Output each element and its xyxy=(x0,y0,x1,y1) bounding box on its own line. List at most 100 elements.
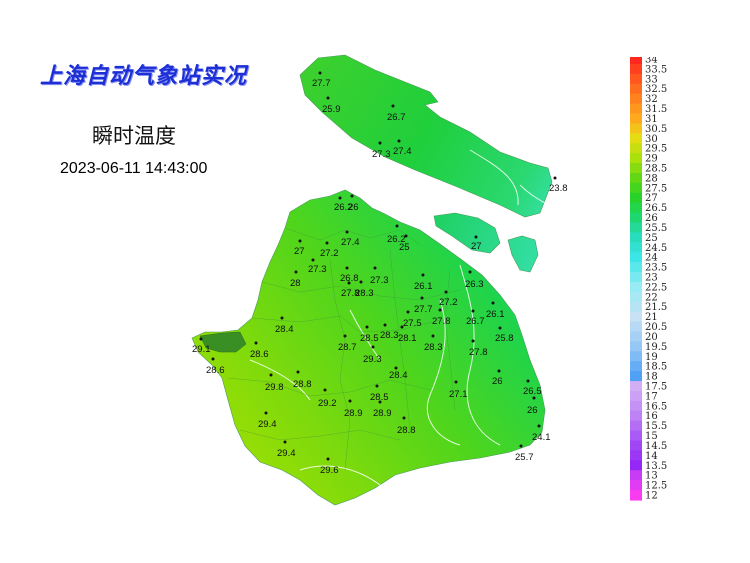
station-label: 27.2 xyxy=(439,297,458,308)
station-label: 24.1 xyxy=(532,432,551,443)
legend-color-cell xyxy=(630,490,642,501)
legend-color-cell xyxy=(630,103,642,115)
station-label: 25.9 xyxy=(322,104,341,115)
hengsha-island xyxy=(507,235,539,273)
legend-color-cell xyxy=(630,381,642,392)
legend-labels: 3433.53332.53231.53130.53029.52928.52827… xyxy=(645,57,667,502)
station-label: 27.1 xyxy=(449,389,468,400)
legend-color-cell xyxy=(630,361,642,372)
station-label: 28.9 xyxy=(373,408,392,419)
station-label: 28 xyxy=(290,278,301,289)
station-marker: 23.8 xyxy=(549,176,568,194)
station-label: 27.3 xyxy=(308,264,327,275)
station-label: 28.3 xyxy=(380,330,399,341)
temperature-legend: 3433.53332.53231.53130.53029.52928.52827… xyxy=(630,57,667,502)
station-label: 28.3 xyxy=(355,288,374,299)
legend-color-bar xyxy=(630,57,642,501)
legend-color-cell xyxy=(630,440,642,452)
legend-color-cell xyxy=(630,57,642,65)
station-label: 29.4 xyxy=(277,448,296,459)
legend-color-cell xyxy=(630,202,642,214)
legend-color-cell xyxy=(630,232,642,243)
station-label: 26.5 xyxy=(523,386,542,397)
station-label: 28.4 xyxy=(275,324,294,335)
legend-color-cell xyxy=(630,252,642,263)
station-label: 25.7 xyxy=(515,452,534,463)
legend-color-cell xyxy=(630,93,642,105)
station-label: 28.1 xyxy=(398,333,417,344)
station-label: 26.3 xyxy=(465,279,484,290)
station-label: 27.8 xyxy=(469,347,488,358)
legend-color-cell xyxy=(630,430,642,442)
station-label: 28.7 xyxy=(338,342,357,353)
station-label: 28.5 xyxy=(360,333,379,344)
station-label: 29.4 xyxy=(258,419,277,430)
legend-color-cell xyxy=(630,272,642,283)
station-label: 23.8 xyxy=(549,183,568,194)
legend-color-cell xyxy=(630,460,642,471)
station-label: 25.8 xyxy=(495,333,514,344)
legend-color-cell xyxy=(630,182,642,194)
legend-color-cell xyxy=(630,83,642,95)
station-label: 28.6 xyxy=(250,349,269,360)
station-label: 26.1 xyxy=(486,309,505,320)
station-label: 26.7 xyxy=(387,112,406,123)
station-label: 27.2 xyxy=(320,248,339,259)
legend-color-cell xyxy=(630,113,642,125)
legend-tick-label: 12 xyxy=(645,491,658,502)
station-label: 26.7 xyxy=(466,316,485,327)
legend-color-cell xyxy=(630,301,642,313)
legend-color-cell xyxy=(630,321,642,333)
legend-color-cell xyxy=(630,222,642,234)
legend-color-cell xyxy=(630,143,642,154)
station-label: 27 xyxy=(294,246,305,257)
legend-color-cell xyxy=(630,133,642,144)
station-label: 28.8 xyxy=(397,425,416,436)
station-label: 28.9 xyxy=(344,408,363,419)
station-label: 26 xyxy=(527,405,538,416)
legend-color-cell xyxy=(630,351,642,362)
legend-color-cell xyxy=(630,262,642,273)
legend-color-cell xyxy=(630,371,642,382)
legend-color-cell xyxy=(630,291,642,303)
legend-color-cell xyxy=(630,123,642,134)
station-label: 27.8 xyxy=(432,316,451,327)
legend-color-cell xyxy=(630,410,642,422)
station-label: 27.5 xyxy=(403,318,422,329)
station-label: 28.3 xyxy=(424,342,443,353)
station-label: 28.4 xyxy=(389,370,408,381)
station-label: 27.3 xyxy=(370,275,389,286)
legend-color-cell xyxy=(630,331,642,343)
legend-color-cell xyxy=(630,390,642,402)
legend-color-cell xyxy=(630,311,642,323)
station-label: 27.7 xyxy=(414,304,433,315)
legend-color-cell xyxy=(630,450,642,461)
station-label: 26.1 xyxy=(414,281,433,292)
legend-color-cell xyxy=(630,153,642,164)
legend-color-cell xyxy=(630,341,642,352)
station-label: 29.1 xyxy=(192,344,211,355)
legend-color-cell xyxy=(630,470,642,481)
station-label: 27.4 xyxy=(341,237,360,248)
station-label: 29.6 xyxy=(320,465,339,476)
legend-color-cell xyxy=(630,163,642,174)
station-label: 25 xyxy=(399,242,410,253)
legend-color-cell xyxy=(630,400,642,412)
station-label: 26 xyxy=(348,202,359,213)
legend-color-cell xyxy=(630,480,642,491)
station-label: 27.7 xyxy=(312,78,331,89)
legend-color-cell xyxy=(630,172,642,184)
station-label: 29.8 xyxy=(265,382,284,393)
station-label: 27.4 xyxy=(393,146,412,157)
legend-color-cell xyxy=(630,73,642,85)
legend-color-cell xyxy=(630,420,642,432)
legend-color-cell xyxy=(630,212,642,224)
station-label: 29.2 xyxy=(318,398,337,409)
legend-color-cell xyxy=(630,63,642,75)
legend-color-cell xyxy=(630,281,642,293)
station-label: 28.8 xyxy=(293,379,312,390)
legend-color-cell xyxy=(630,242,642,253)
station-label: 27.3 xyxy=(372,149,391,160)
station-label: 29.3 xyxy=(363,354,382,365)
station-label: 26 xyxy=(492,376,503,387)
